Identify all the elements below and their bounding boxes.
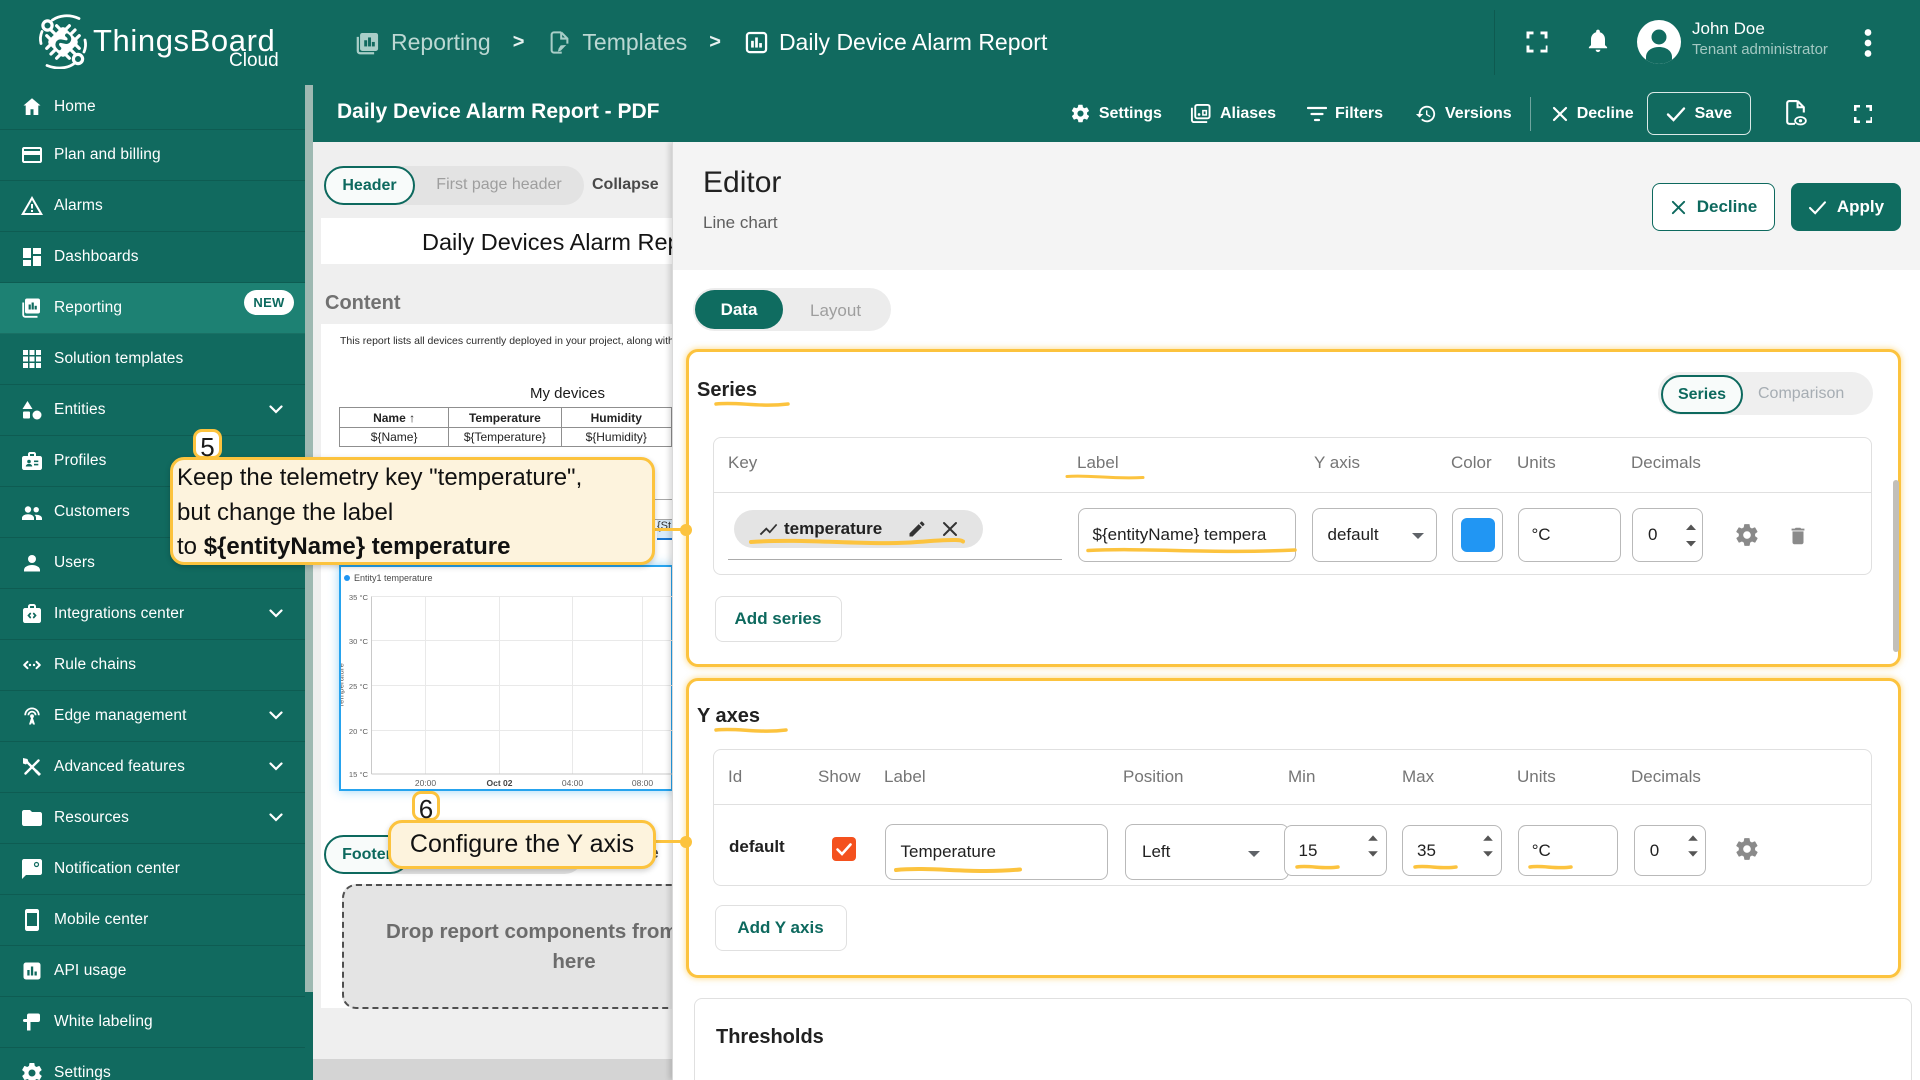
svg-text:20 °C: 20 °C: [348, 727, 368, 736]
svg-text:25 °C: 25 °C: [348, 682, 368, 691]
svg-text:Oct 02: Oct 02: [486, 778, 512, 788]
svg-text:30 °C: 30 °C: [348, 637, 368, 646]
svg-text:04:00: 04:00: [561, 778, 583, 788]
svg-text:Temperature: Temperature: [341, 663, 346, 708]
svg-text:35 °C: 35 °C: [348, 593, 368, 602]
svg-text:20:00: 20:00: [414, 778, 436, 788]
svg-text:15 °C: 15 °C: [348, 770, 368, 779]
svg-text:08:00: 08:00: [631, 778, 653, 788]
svg-text:Entity1 temperature: Entity1 temperature: [354, 573, 433, 583]
